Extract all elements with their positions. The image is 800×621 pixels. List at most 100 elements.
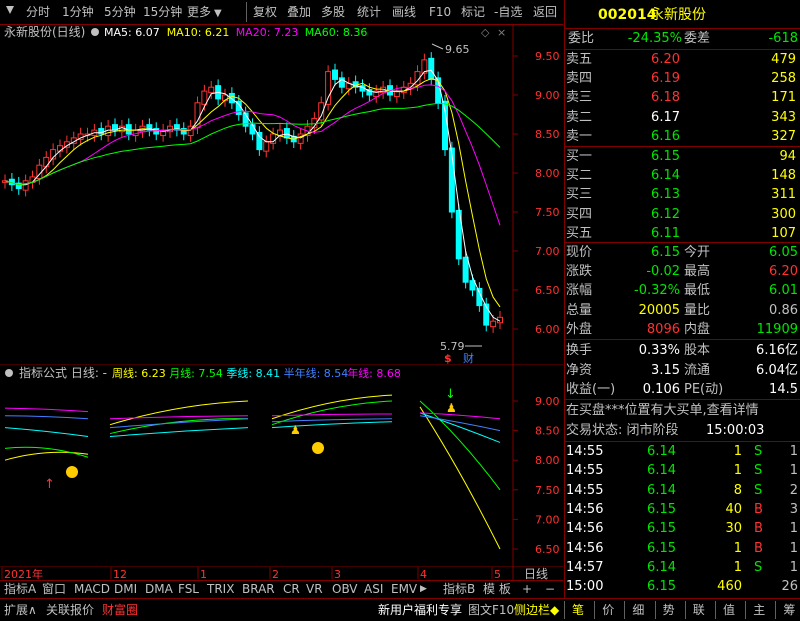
tab-divider (715, 601, 716, 619)
f10-view-button[interactable]: 图文F10 (468, 601, 514, 619)
big-order-notice[interactable]: 在买盘***位置有大买单,查看详情 (564, 401, 800, 420)
weicha-label: 委差 (684, 31, 711, 46)
stat-label: 今开 (684, 245, 711, 260)
tab-template[interactable]: 模 板 (483, 580, 511, 598)
stat-value: 6.05 (769, 245, 798, 260)
tab-cr[interactable]: CR (283, 580, 300, 598)
related-quotes-button[interactable]: 关联报价 (46, 601, 94, 619)
overlay-button[interactable]: 叠加 (287, 3, 311, 21)
quote-tab-6[interactable]: 值 (723, 601, 735, 619)
wealth-circle-button[interactable]: 财富圈 (102, 601, 138, 619)
candle-body (249, 124, 256, 135)
tick-row: 14:56 6.15 30 B 1 (564, 519, 800, 538)
back-button[interactable]: 返回 (533, 3, 557, 21)
expand-button[interactable]: 扩展∧ (4, 601, 37, 619)
draw-line-button[interactable]: 画线 (392, 3, 416, 21)
stat-value: 20005 (638, 302, 680, 318)
period-intraday-button[interactable]: 分时 (26, 3, 50, 21)
ask-price: 6.20 (651, 52, 680, 67)
kline-chart[interactable]: 永新股份(日线) MA5: 6.07 MA10: 6.21 MA20: 7.23 MA6… (0, 24, 563, 364)
ask-label: 卖四 (566, 71, 593, 87)
more-dropdown-icon[interactable]: ▼ (214, 5, 222, 23)
period-5min-button[interactable]: 5分钟 (104, 3, 136, 21)
tab-dma[interactable]: DMA (145, 580, 173, 598)
tab-macd[interactable]: MACD (74, 580, 110, 598)
tick-price: 6.15 (647, 521, 676, 537)
quote-tab-4[interactable]: 势 (663, 601, 675, 619)
quote-tab-3[interactable]: 细 (632, 601, 644, 619)
tab-scroll-icon[interactable]: ▶ (420, 580, 427, 598)
tick-count: 1 (789, 540, 798, 556)
promo-link[interactable]: 新用户福利专享 (378, 601, 462, 619)
remove-watchlist-button[interactable]: -自选 (494, 3, 522, 21)
stat-value: 0.86 (769, 302, 798, 318)
indicator-legend-4: 半年线: 8.54 (284, 366, 349, 380)
notice-text[interactable]: 在买盘***位置有大买单,查看详情 (566, 401, 759, 420)
ask-volume: 479 (771, 52, 796, 67)
bid-label: 买五 (566, 225, 593, 241)
price-label-3: 8.00 (535, 167, 560, 180)
fund-row: 收益(一) 0.106 PE(动) 14.5 (564, 380, 800, 399)
fund-value: 14.5 (769, 382, 798, 397)
tab-divider (594, 601, 596, 619)
remove-pane-button[interactable]: − (545, 580, 555, 598)
tab-indicator-a[interactable]: 指标A (4, 580, 36, 598)
fund-row: 净资 3.15 流通 6.04亿 (564, 361, 800, 380)
tab-obv[interactable]: OBV (332, 580, 358, 598)
tick-direction: B (754, 501, 763, 517)
ind-label-1: 8.50 (535, 425, 560, 438)
indicator-line-3 (4, 427, 89, 438)
tab-fsl[interactable]: FSL (178, 580, 199, 598)
candle-body (325, 71, 332, 105)
tick-time: 14:55 (566, 463, 604, 479)
candle-body (332, 69, 338, 80)
indicator-title: 指标公式 日线: - (19, 365, 107, 380)
ind-label-0: 9.00 (535, 395, 560, 408)
stock-name: 永新股份 (650, 7, 706, 23)
mark-button[interactable]: 标记 (461, 3, 485, 21)
add-pane-button[interactable]: + (522, 580, 532, 598)
collapse-icon[interactable] (4, 3, 16, 21)
sidebar-toggle[interactable]: 侧边栏◆ (514, 601, 559, 619)
indicator-chart[interactable]: 指标公式 日线: - 周线: 6.23 月线: 7.54 季线: 8.41 半年线: 8… (0, 364, 563, 566)
tab-vr[interactable]: VR (306, 580, 323, 598)
stock-chart-title: 永新股份(日线) (4, 24, 85, 39)
quote-tab-5[interactable]: 联 (693, 601, 705, 619)
ma-line-4 (4, 102, 501, 186)
fund-label: 股本 (684, 343, 711, 358)
buy-arrow-icon: ↑ (44, 477, 55, 492)
indicator-line-2 (4, 446, 89, 458)
fund-value: 6.04亿 (756, 362, 798, 378)
multi-stock-button[interactable]: 多股 (321, 3, 345, 21)
quote-tab-2[interactable]: 价 (602, 601, 614, 619)
tab-window[interactable]: 窗口 (42, 580, 66, 598)
adjust-button[interactable]: 复权 (253, 3, 277, 21)
stat-label: 内盘 (684, 321, 711, 337)
trade-status: 交易状态: 闭市阶段 (566, 423, 679, 438)
ask-volume: 327 (771, 128, 796, 144)
more-periods-button[interactable]: 更多 (187, 3, 211, 21)
quote-tab-8[interactable]: 筹 (783, 601, 795, 619)
statistics-button[interactable]: 统计 (357, 3, 381, 21)
tab-asi[interactable]: ASI (364, 580, 383, 598)
legend-toggle-icon (91, 28, 99, 36)
tab-indicator-b[interactable]: 指标B (443, 580, 475, 598)
ask-volume: 171 (771, 90, 796, 106)
ma-line-2 (4, 78, 501, 308)
ask-row: 卖一 6.16 327 (564, 127, 800, 146)
quote-tab-7[interactable]: 主 (753, 601, 765, 619)
tick-row: 14:55 6.14 8 S 2 (564, 481, 800, 500)
stat-row: 外盘 8096 内盘 11909 (564, 320, 800, 339)
f10-button[interactable]: F10 (429, 3, 451, 21)
tab-emv[interactable]: EMV (391, 580, 417, 598)
indicator-line-4 (109, 418, 249, 429)
tab-trix[interactable]: TRIX (207, 580, 234, 598)
tick-volume: 1 (733, 559, 742, 575)
tab-dmi[interactable]: DMI (114, 580, 137, 598)
quote-tab-1[interactable]: 笔 (572, 601, 584, 619)
tab-brar[interactable]: BRAR (242, 580, 275, 598)
period-1min-button[interactable]: 1分钟 (62, 3, 94, 21)
candle-body (43, 156, 50, 168)
bid-price: 6.11 (651, 225, 680, 241)
period-15min-button[interactable]: 15分钟 (143, 3, 182, 21)
